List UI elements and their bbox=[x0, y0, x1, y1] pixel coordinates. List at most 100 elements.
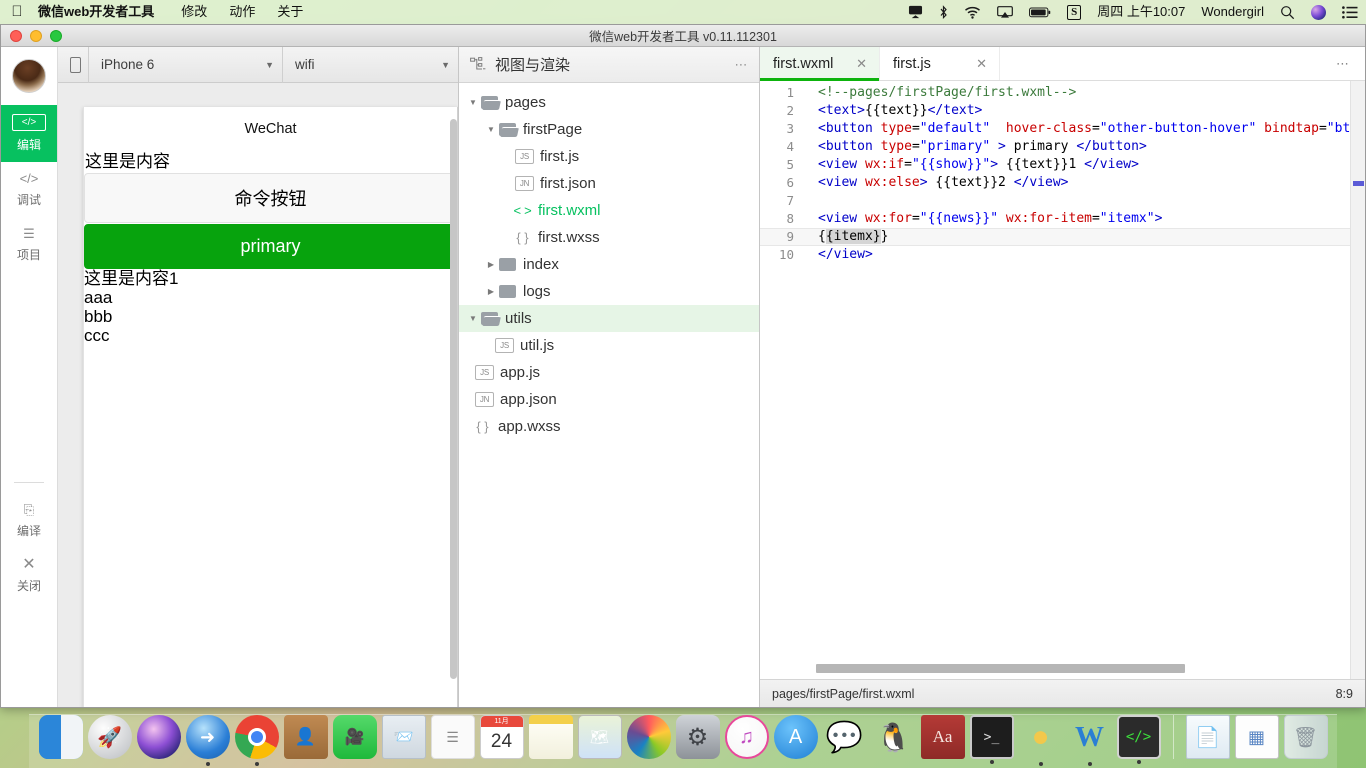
line-number: 8 bbox=[786, 211, 794, 226]
battery-icon[interactable] bbox=[1021, 7, 1059, 18]
network-select[interactable]: wifi ▼ bbox=[282, 46, 458, 83]
dock-item-facetime[interactable]: 🎥 bbox=[332, 715, 377, 759]
dock-item-launchpad[interactable]: 🚀 bbox=[87, 715, 132, 759]
dock-item-siri[interactable] bbox=[136, 715, 181, 759]
tree-node-first-wxss[interactable]: { } first.wxss bbox=[459, 224, 759, 251]
simulator-panel: iPhone 6 ▼ wifi ▼ WeChat 这里是内容 命令按钮 prim… bbox=[58, 46, 459, 707]
dock-item-reminders[interactable]: ☰ bbox=[430, 715, 475, 759]
dock-items: 🚀 ➜ 👤 🎥 📨 ☰ 11月 24 🗺 ⚙ ♫ A 💬 🐧 Aa >_ ● W… bbox=[38, 715, 1328, 768]
dock-item-apps-stack[interactable]: ▦ bbox=[1234, 715, 1279, 759]
line-source: <view wx:for="{{news}}" wx:for-item="ite… bbox=[818, 211, 1163, 226]
dock-item-finder[interactable] bbox=[38, 715, 83, 759]
rail-divider bbox=[14, 482, 44, 483]
tree-node-first-wxml[interactable]: < > first.wxml bbox=[459, 197, 759, 224]
preview-primary-button[interactable]: primary bbox=[84, 224, 457, 269]
tab-first-wxml[interactable]: first.wxml ✕ bbox=[760, 47, 880, 81]
dock-item-app-store[interactable]: A bbox=[773, 715, 818, 759]
preview-default-button[interactable]: 命令按钮 bbox=[84, 173, 457, 223]
dock-item-word[interactable]: W bbox=[1068, 715, 1112, 766]
tree-node-logs[interactable]: ▶ logs bbox=[459, 278, 759, 305]
dock-item-qq[interactable]: 🐧 bbox=[872, 715, 916, 759]
tree-node-utils[interactable]: ▼ utils bbox=[459, 305, 759, 332]
menu-clock[interactable]: 周四 上午10:07 bbox=[1089, 0, 1193, 24]
tree-node-first-json[interactable]: JN first.json bbox=[459, 170, 759, 197]
dock-item-system-preferences[interactable]: ⚙ bbox=[675, 715, 720, 759]
rail-item-edit-label: 编辑 bbox=[16, 138, 41, 152]
close-icon[interactable]: ✕ bbox=[834, 56, 867, 72]
tree-node-app-json[interactable]: JN app.json bbox=[459, 386, 759, 413]
code-line: 2 <text>{{text}}</text> bbox=[760, 102, 1365, 120]
more-icon[interactable]: ⋯ bbox=[735, 57, 750, 73]
dock-item-photos[interactable] bbox=[626, 715, 671, 759]
wifi-icon[interactable] bbox=[956, 6, 989, 19]
dock-item-wechat[interactable]: 💬 bbox=[823, 715, 867, 759]
device-select[interactable]: iPhone 6 ▼ bbox=[88, 46, 282, 83]
dock-item-dictionary[interactable]: Aa bbox=[920, 715, 965, 759]
simulator-scrollbar[interactable] bbox=[450, 119, 457, 707]
chevron-right-icon[interactable]: ▶ bbox=[483, 260, 499, 269]
dock-item-notes[interactable] bbox=[528, 715, 573, 759]
dock-item-safari[interactable]: ➜ bbox=[185, 715, 230, 766]
editor-vertical-scrollbar[interactable] bbox=[1350, 81, 1365, 679]
menu-app-name[interactable]: 微信web开发者工具 bbox=[34, 0, 170, 24]
tree-node-label: app.js bbox=[500, 364, 541, 381]
tree-node-util-js[interactable]: JS util.js bbox=[459, 332, 759, 359]
line-number: 1 bbox=[786, 85, 794, 100]
tab-label: first.js bbox=[893, 55, 931, 72]
avatar[interactable] bbox=[1, 47, 57, 105]
chevron-down-icon[interactable]: ▼ bbox=[483, 125, 499, 134]
close-icon[interactable]: ✕ bbox=[954, 56, 987, 72]
menu-item-about[interactable]: 关于 bbox=[266, 0, 314, 24]
dock-item-contacts[interactable]: 👤 bbox=[283, 715, 328, 759]
code-area[interactable]: 1 <!--pages/firstPage/first.wxml--> 2 <t… bbox=[760, 81, 1365, 679]
json-file-icon: JN bbox=[515, 176, 534, 191]
window-title: 微信web开发者工具 v0.11.112301 bbox=[589, 30, 777, 44]
chevron-right-icon[interactable]: ▶ bbox=[483, 287, 499, 296]
notification-center-icon[interactable] bbox=[1334, 5, 1366, 19]
input-method-icon[interactable]: S bbox=[1059, 4, 1089, 20]
input-method-label: S bbox=[1067, 4, 1082, 20]
tree-node-app-js[interactable]: JS app.js bbox=[459, 359, 759, 386]
dock-item-mail[interactable]: 📨 bbox=[381, 715, 426, 759]
tree-node-app-wxss[interactable]: { } app.wxss bbox=[459, 413, 759, 440]
tree-node-index[interactable]: ▶ index bbox=[459, 251, 759, 278]
display-icon[interactable] bbox=[900, 5, 931, 19]
menu-item-action[interactable]: 动作 bbox=[218, 0, 266, 24]
apple-icon[interactable]:  bbox=[0, 4, 34, 21]
dock-item-chrome[interactable] bbox=[234, 715, 279, 766]
bluetooth-icon[interactable] bbox=[931, 4, 956, 20]
screen-mirror-icon[interactable] bbox=[989, 5, 1021, 19]
more-icon[interactable]: ⋯ bbox=[1322, 47, 1365, 80]
js-file-icon: JS bbox=[495, 338, 514, 353]
line-source: <view wx:if="{{show}}"> {{text}}1 </view… bbox=[818, 157, 1139, 172]
phone-icon[interactable] bbox=[62, 56, 88, 73]
chevron-down-icon[interactable]: ▼ bbox=[465, 98, 481, 107]
dock-item-itunes[interactable]: ♫ bbox=[724, 715, 769, 759]
tree-node-pages[interactable]: ▼ pages bbox=[459, 89, 759, 116]
rail-item-compile[interactable]: ⎘ 编译 bbox=[1, 493, 57, 548]
rail-item-edit[interactable]: </> 编辑 bbox=[1, 105, 57, 162]
dock-item-trash[interactable]: 🗑 bbox=[1283, 715, 1328, 759]
editor-horizontal-scrollbar[interactable] bbox=[816, 664, 1185, 673]
menu-username[interactable]: Wondergirl bbox=[1193, 0, 1272, 24]
dock-item-calendar[interactable]: 11月 24 bbox=[479, 715, 524, 759]
code-line-current: 9 {{itemx}} bbox=[760, 228, 1365, 246]
search-icon[interactable] bbox=[1272, 5, 1303, 20]
dock-item-maps[interactable]: 🗺 bbox=[577, 715, 622, 759]
siri-icon[interactable] bbox=[1303, 4, 1334, 20]
dock-item-devtools[interactable]: </> bbox=[1116, 715, 1161, 764]
tree-node-firstpage[interactable]: ▼ firstPage bbox=[459, 116, 759, 143]
rail-item-project[interactable]: ☰ 项目 bbox=[1, 217, 57, 272]
dock-item-terminal[interactable]: >_ bbox=[969, 715, 1014, 764]
rail-item-debug[interactable]: </> 调试 bbox=[1, 162, 57, 217]
line-source: </view> bbox=[818, 247, 873, 262]
dock-item-evernote[interactable]: ● bbox=[1019, 715, 1063, 766]
rail-item-close[interactable]: ✕ 关闭 bbox=[1, 548, 57, 603]
tree-node-first-js[interactable]: JS first.js bbox=[459, 143, 759, 170]
video-camera-icon: 🎥 bbox=[344, 729, 365, 746]
dock-item-downloads-stack[interactable]: 📄 bbox=[1185, 715, 1230, 759]
menu-item-modify[interactable]: 修改 bbox=[170, 0, 218, 24]
chevron-down-icon[interactable]: ▼ bbox=[465, 314, 481, 323]
tab-first-js[interactable]: first.js ✕ bbox=[880, 47, 1000, 80]
penguin-icon: 🐧 bbox=[876, 721, 911, 753]
